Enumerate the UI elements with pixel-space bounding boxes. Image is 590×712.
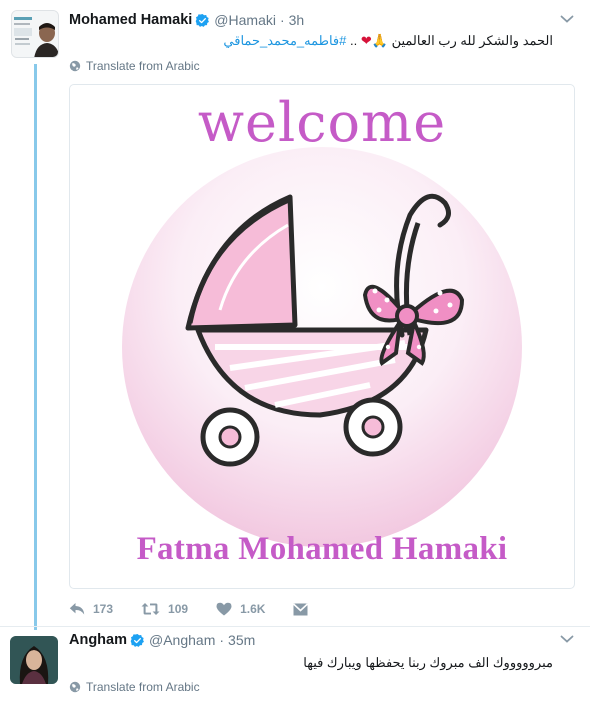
separator-dot: · — [279, 12, 285, 28]
avatar[interactable] — [10, 636, 58, 684]
tweet-header: Mohamed Hamaki @Hamaki · 3h — [69, 10, 304, 30]
thread-connector-line — [34, 64, 37, 630]
tweet-timestamp[interactable]: 35m — [228, 632, 255, 648]
tweet-text: الحمد والشكر لله رب العالمين 🙏❤ .. #فاطم… — [223, 33, 553, 49]
author-fullname[interactable]: Mohamed Hamaki — [69, 12, 192, 28]
avatar-image-angham — [10, 636, 58, 684]
tweet-mohamed-hamaki[interactable]: Mohamed Hamaki @Hamaki · 3h الحمد والشكر… — [0, 0, 590, 630]
caret-down-icon[interactable] — [560, 634, 574, 644]
reply-count: 173 — [93, 602, 114, 616]
direct-message-button[interactable] — [293, 602, 316, 616]
like-button[interactable]: 1.6K — [216, 602, 265, 616]
translate-link[interactable]: Translate from Arabic — [69, 59, 200, 73]
avatar[interactable] — [11, 10, 59, 58]
translate-label: Translate from Arabic — [86, 59, 200, 73]
retweet-button[interactable]: 109 — [141, 602, 188, 616]
tweet-timestamp[interactable]: 3h — [289, 12, 305, 28]
tweet-media-image[interactable]: welcome Fatma Mohamed Hamaki — [69, 84, 575, 589]
direct-message-icon — [293, 602, 309, 615]
author-handle[interactable]: @Angham — [149, 632, 215, 648]
globe-icon — [69, 60, 81, 72]
hashtag-link[interactable]: #فاطمه_محمد_حماقي — [223, 33, 346, 48]
retweet-count: 109 — [168, 602, 189, 616]
retweet-icon — [141, 603, 160, 615]
verified-badge-icon — [130, 633, 144, 647]
translate-label: Translate from Arabic — [86, 680, 200, 694]
reply-icon — [69, 603, 85, 615]
welcome-heading: welcome — [197, 91, 447, 154]
tweet-text-tail: .. — [350, 33, 358, 48]
tweet-header: Angham @Angham · 35m — [69, 630, 255, 650]
tweet-text: مبروووووك الف مبروك ربنا يحفظها ويبارك ف… — [303, 655, 553, 670]
tweet-text-main: الحمد والشكر لله رب العالمين — [391, 33, 553, 48]
praying-hands-emoji: 🙏 — [371, 33, 388, 48]
avatar-image-hamaki — [12, 11, 58, 57]
like-count: 1.6K — [240, 602, 266, 616]
tweet-actions-bar: 173 109 1.6K — [69, 600, 344, 618]
author-fullname[interactable]: Angham — [69, 632, 127, 648]
reply-button[interactable]: 173 — [69, 602, 113, 616]
author-handle[interactable]: @Hamaki — [214, 12, 276, 28]
caret-down-icon[interactable] — [560, 14, 574, 24]
red-heart-emoji: ❤ — [360, 33, 372, 48]
like-icon — [216, 602, 232, 616]
baby-name-caption: Fatma Mohamed Hamaki — [136, 531, 508, 567]
verified-badge-icon — [195, 13, 210, 27]
separator-dot: · — [219, 632, 225, 648]
translate-link[interactable]: Translate from Arabic — [69, 680, 200, 694]
baby-stroller-illustration — [122, 147, 522, 547]
globe-icon — [69, 681, 81, 693]
